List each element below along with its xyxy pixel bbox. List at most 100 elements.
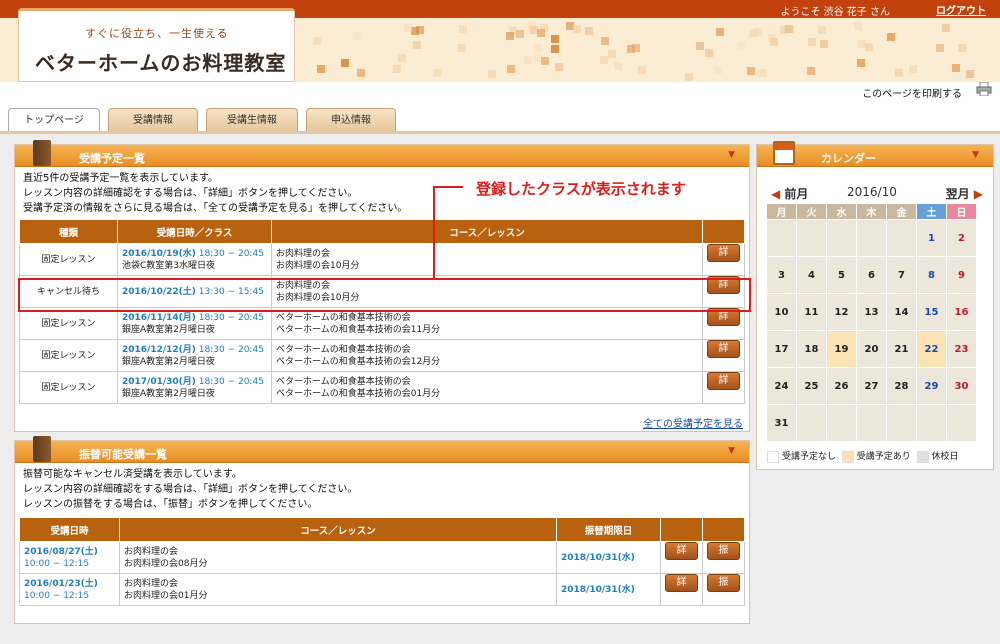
- decor-square: [555, 63, 563, 71]
- calendar-header: カレンダー ▼: [757, 141, 993, 167]
- calendar-empty-cell: [886, 219, 917, 257]
- time: 10:00 − 12:15: [24, 558, 90, 569]
- calendar-body: 1 2 3 4 5 6 7 8 9 10 11 12 13 14 15 16 17 18 19 20 21 22 23 24 2…: [766, 219, 977, 442]
- calendar-day[interactable]: 13: [856, 293, 887, 331]
- decor-square: [585, 27, 593, 35]
- decor-square: [854, 22, 862, 30]
- calendar-day[interactable]: 23: [946, 330, 977, 368]
- calendar-week: 31: [766, 404, 977, 442]
- weekday: 火: [796, 203, 827, 220]
- calendar-day[interactable]: 2: [946, 219, 977, 257]
- tab-attendance[interactable]: 受講情報: [108, 108, 198, 132]
- decor-square: [807, 67, 815, 75]
- row-action: 詳細: [702, 307, 745, 340]
- calendar-day[interactable]: 5: [826, 256, 857, 294]
- decor-square: [754, 28, 762, 36]
- next-month-button[interactable]: 翌月 ▶: [946, 185, 983, 202]
- calendar-day[interactable]: 25: [796, 367, 827, 405]
- decor-square: [433, 69, 441, 77]
- col-deadline: 振替期限日: [556, 517, 661, 542]
- prev-month-button[interactable]: ◀ 前月: [771, 185, 808, 202]
- row-date: 2016/08/27(土) 10:00 − 12:15: [19, 541, 120, 574]
- transfer-button[interactable]: 振替: [707, 542, 740, 572]
- calendar-day[interactable]: 8: [916, 256, 947, 294]
- calendar-day[interactable]: 27: [856, 367, 887, 405]
- detail-button[interactable]: 詳細: [665, 574, 698, 604]
- calendar-day[interactable]: 10: [766, 293, 797, 331]
- decor-square: [942, 24, 950, 32]
- class: 池袋C教室第3水曜日夜: [122, 260, 216, 271]
- calendar-day[interactable]: 20: [856, 330, 887, 368]
- transfer-header: 振替可能受講一覧 ▼: [15, 436, 749, 463]
- row-type: 固定レッスン: [19, 339, 118, 372]
- calendar-day[interactable]: 4: [796, 256, 827, 294]
- tab-student[interactable]: 受講生情報: [206, 108, 298, 132]
- calendar-day[interactable]: 26: [826, 367, 857, 405]
- row-course: ベターホームの和食基本技術の会 ベターホームの和食基本技術の会01月分: [271, 371, 703, 404]
- row-course: お肉料理の会 お肉料理の会08月分: [119, 541, 557, 574]
- logo[interactable]: すぐに役立ち、一生使える ベターホームのお料理教室: [18, 8, 295, 82]
- decor-square: [488, 70, 496, 78]
- callout-box: [18, 278, 751, 312]
- legend-swatch: [916, 450, 929, 463]
- calendar-day[interactable]: 7: [886, 256, 917, 294]
- calendar-week: 10 11 12 13 14 15 16: [766, 293, 977, 331]
- calendar-day[interactable]: 30: [946, 367, 977, 405]
- calendar-week: 12: [766, 219, 977, 257]
- collapse-icon[interactable]: ▼: [728, 446, 735, 456]
- decor-square: [614, 62, 622, 70]
- printer-icon[interactable]: [976, 82, 992, 96]
- decor-square: [459, 25, 467, 33]
- calendar-day[interactable]: 11: [796, 293, 827, 331]
- calendar-day[interactable]: 1: [916, 219, 947, 257]
- logout-link[interactable]: ログアウト: [936, 2, 986, 17]
- legend-swatch: [767, 450, 779, 463]
- calendar-day[interactable]: 24: [766, 367, 797, 405]
- lesson: ベターホームの和食基本技術の会11月分: [276, 324, 441, 335]
- calendar-day[interactable]: 19: [826, 330, 857, 368]
- decor-square: [354, 32, 362, 40]
- decor-square: [714, 66, 722, 74]
- decor-square: [506, 32, 514, 40]
- tab-application[interactable]: 申込情報: [306, 108, 396, 132]
- decor-square: [534, 44, 542, 52]
- welcome-text: ようこそ 渋谷 花子 さん: [780, 7, 890, 18]
- decor-square: [895, 69, 903, 77]
- tab-top[interactable]: トップページ: [8, 108, 100, 133]
- calendar-day[interactable]: 18: [796, 330, 827, 368]
- all-schedule-link[interactable]: 全ての受講予定を見る: [643, 415, 743, 430]
- calendar-day[interactable]: 12: [826, 293, 857, 331]
- detail-button[interactable]: 詳細: [707, 372, 740, 402]
- calendar-day[interactable]: 21: [886, 330, 917, 368]
- calendar-day[interactable]: 15: [916, 293, 947, 331]
- detail-button[interactable]: 詳細: [707, 340, 740, 370]
- decor-square: [416, 26, 424, 34]
- row-date: 2017/01/30(月) 18:30 − 20:45 銀座A教室第2月曜日夜: [117, 371, 272, 404]
- row-date: 2016/10/19(水) 18:30 − 20:45 池袋C教室第3水曜日夜: [117, 243, 272, 276]
- calendar-empty-cell: [856, 219, 887, 257]
- logo-name: ベターホームのお料理教室: [35, 51, 287, 75]
- decor-square: [632, 44, 640, 52]
- calendar-day[interactable]: 16: [946, 293, 977, 331]
- calendar-day[interactable]: 22: [916, 330, 947, 368]
- col-date: 受講日時: [19, 517, 120, 542]
- decor-square: [524, 56, 532, 64]
- calendar-day[interactable]: 6: [856, 256, 887, 294]
- weekday: 日: [946, 203, 977, 220]
- calendar-day[interactable]: 9: [946, 256, 977, 294]
- collapse-icon[interactable]: ▼: [728, 150, 735, 160]
- collapse-icon[interactable]: ▼: [972, 150, 979, 160]
- table-row: 固定レッスン 2016/11/14(月) 18:30 − 20:45 銀座A教室第…: [19, 307, 745, 340]
- decor-square: [958, 44, 966, 52]
- transfer-button[interactable]: 振替: [707, 574, 740, 604]
- detail-button[interactable]: 詳細: [707, 244, 740, 274]
- calendar-day[interactable]: 31: [766, 404, 797, 442]
- col-action: [660, 517, 703, 542]
- print-link[interactable]: このページを印刷する: [862, 85, 962, 100]
- detail-button[interactable]: 詳細: [665, 542, 698, 572]
- calendar-day[interactable]: 29: [916, 367, 947, 405]
- calendar-day[interactable]: 3: [766, 256, 797, 294]
- calendar-day[interactable]: 28: [886, 367, 917, 405]
- calendar-day[interactable]: 14: [886, 293, 917, 331]
- calendar-day[interactable]: 17: [766, 330, 797, 368]
